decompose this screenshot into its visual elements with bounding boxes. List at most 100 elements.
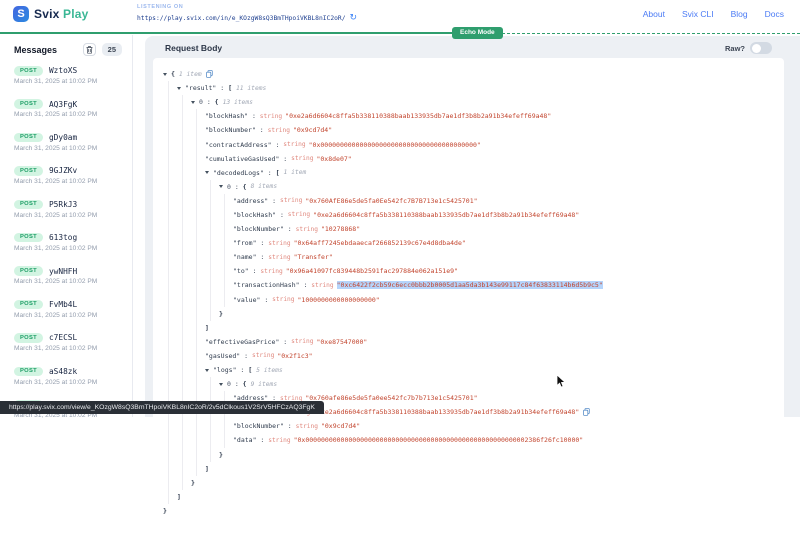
nav-link-svix-cli[interactable]: Svix CLI — [682, 9, 714, 19]
nav-link-docs[interactable]: Docs — [765, 9, 784, 19]
json-colon: : — [264, 169, 276, 177]
json-colon: : — [279, 338, 291, 346]
message-line: POSTgDy0am — [14, 133, 118, 143]
json-type-label: string — [260, 113, 282, 120]
method-badge: POST — [14, 266, 43, 276]
json-item-count: 11 items — [236, 85, 266, 92]
json-colon: : — [268, 197, 280, 205]
json-value: "0x96a41097fc839448b2591fac297884e062a15… — [286, 267, 458, 275]
json-children: 0 : {8 items"address" : string"0x760AfE8… — [210, 180, 774, 321]
message-item[interactable]: POSTywNHFHMarch 31, 2025 at 10:02 PM — [0, 262, 132, 295]
json-row: "blockHash" : string"0xe2a6d6604c8ffa5b3… — [233, 208, 774, 222]
json-type-label: string — [296, 423, 318, 430]
listening-on-label: LISTENING ON — [137, 4, 357, 10]
json-key: "effectiveGasPrice" — [205, 338, 279, 346]
message-timestamp: March 31, 2025 at 10:02 PM — [14, 379, 118, 386]
collapse-arrow-icon[interactable] — [163, 73, 167, 76]
refresh-icon[interactable]: ↻ — [350, 13, 358, 23]
json-type-label: string — [252, 352, 274, 359]
message-timestamp: March 31, 2025 at 10:02 PM — [14, 345, 118, 352]
json-row: ] — [177, 490, 774, 504]
collapse-arrow-icon[interactable] — [205, 369, 209, 372]
raw-toggle-label: Raw? — [725, 44, 745, 53]
json-value: "0x760afe86e5de5fa0ee542fc7b7b713e1c5425… — [305, 394, 477, 402]
message-line: POST9GJZKv — [14, 166, 118, 176]
raw-toggle[interactable] — [750, 42, 772, 54]
json-colon: : — [284, 225, 296, 233]
json-row: "gasUsed" : string"0x2f1c3" — [205, 349, 774, 363]
json-key: "blockHash" — [233, 211, 276, 219]
json-key: "to" — [233, 267, 249, 275]
method-badge: POST — [14, 66, 43, 76]
json-close-bracket: ] — [205, 465, 209, 473]
json-card: {1 item"result" : [11 items0 : {13 items… — [153, 58, 784, 558]
json-type-label: string — [272, 296, 294, 303]
panel-title: Request Body — [165, 43, 222, 53]
json-colon: : — [256, 253, 268, 261]
json-type-label: string — [311, 282, 333, 289]
collapse-arrow-icon[interactable] — [205, 171, 209, 174]
message-id: c7ECSL — [49, 333, 77, 342]
json-type-label: string — [260, 268, 282, 275]
json-colon: : — [279, 155, 291, 163]
message-item[interactable]: POST9GJZKvMarch 31, 2025 at 10:02 PM — [0, 162, 132, 195]
listening-on-block: LISTENING ON https://play.svix.com/in/e_… — [137, 4, 357, 23]
collapse-arrow-icon[interactable] — [219, 383, 223, 386]
message-item[interactable]: POSTaS48zkMarch 31, 2025 at 10:02 PM — [0, 363, 132, 396]
json-children: 0 : {13 items"blockHash" : string"0xe2a6… — [182, 95, 774, 490]
message-id: gDy0am — [49, 133, 77, 142]
json-type-label: string — [288, 211, 310, 218]
json-value: "0x0000000000000000000000000000000000000… — [309, 141, 481, 149]
message-timestamp: March 31, 2025 at 10:02 PM — [14, 278, 118, 285]
json-open-bracket: { — [243, 183, 247, 191]
message-item[interactable]: POSTWztoXSMarch 31, 2025 at 10:02 PM — [0, 62, 132, 95]
brand[interactable]: S Svix Play — [13, 6, 89, 22]
json-type-label: string — [296, 226, 318, 233]
method-badge: POST — [14, 333, 43, 343]
collapse-arrow-icon[interactable] — [191, 101, 195, 104]
message-timestamp: March 31, 2025 at 10:02 PM — [14, 212, 118, 219]
json-item-count: 8 items — [251, 183, 278, 190]
nav-link-blog[interactable]: Blog — [731, 9, 748, 19]
message-item[interactable]: POSTgDy0amMarch 31, 2025 at 10:02 PM — [0, 129, 132, 162]
collapse-arrow-icon[interactable] — [219, 185, 223, 188]
message-item[interactable]: POST c7ECSL March 31, 2025 at 10:02 PM — [0, 329, 132, 362]
nav-link-about[interactable]: About — [643, 9, 665, 19]
json-row: "cumulativeGasUsed" : string"0x8de07" — [205, 152, 774, 166]
message-item[interactable]: POSTAQ3FgKMarch 31, 2025 at 10:02 PM — [0, 95, 132, 128]
message-item[interactable]: POSTFvMb4LMarch 31, 2025 at 10:02 PM — [0, 296, 132, 329]
message-item[interactable]: POST613togMarch 31, 2025 at 10:02 PM — [0, 229, 132, 262]
json-key: "name" — [233, 253, 256, 261]
json-row: "decodedLogs" : [1 item — [205, 166, 774, 180]
json-colon: : — [256, 126, 268, 134]
brand-name: Svix Play — [34, 7, 89, 21]
json-row: ] — [205, 462, 774, 476]
message-item[interactable]: POSTP5RkJ3March 31, 2025 at 10:02 PM — [0, 196, 132, 229]
json-key: "blockHash" — [205, 112, 248, 120]
json-open-bracket: { — [215, 98, 219, 106]
json-value: "Transfer" — [294, 253, 333, 261]
message-timestamp: March 31, 2025 at 10:02 PM — [14, 111, 118, 118]
json-close-bracket: } — [219, 451, 223, 459]
json-value: "0x2f1c3" — [277, 352, 312, 360]
json-row: } — [163, 504, 774, 518]
copy-icon[interactable] — [583, 408, 590, 416]
message-id: P5RkJ3 — [49, 200, 77, 209]
messages-title: Messages — [14, 45, 83, 55]
green-divider-dashed — [452, 33, 800, 34]
json-colon: : — [231, 183, 243, 191]
json-row: "effectiveGasPrice" : string"0xe87547000… — [205, 335, 774, 349]
trash-icon — [86, 46, 93, 54]
json-colon: : — [231, 380, 243, 388]
json-type-label: string — [268, 127, 290, 134]
json-key: "decodedLogs" — [213, 169, 264, 177]
json-children: "blockHash" : string"0xe2a6d6604c8ffa5b3… — [196, 109, 774, 475]
clear-messages-button[interactable] — [83, 43, 96, 56]
messages-sidebar: Messages 25 POSTWztoXSMarch 31, 2025 at … — [0, 35, 133, 417]
json-key: "transactionHash" — [233, 281, 300, 289]
collapse-arrow-icon[interactable] — [177, 87, 181, 90]
copy-icon[interactable] — [206, 70, 213, 78]
message-line: POSTWztoXS — [14, 66, 118, 76]
message-count-badge: 25 — [102, 43, 122, 56]
json-open-bracket: { — [243, 380, 247, 388]
